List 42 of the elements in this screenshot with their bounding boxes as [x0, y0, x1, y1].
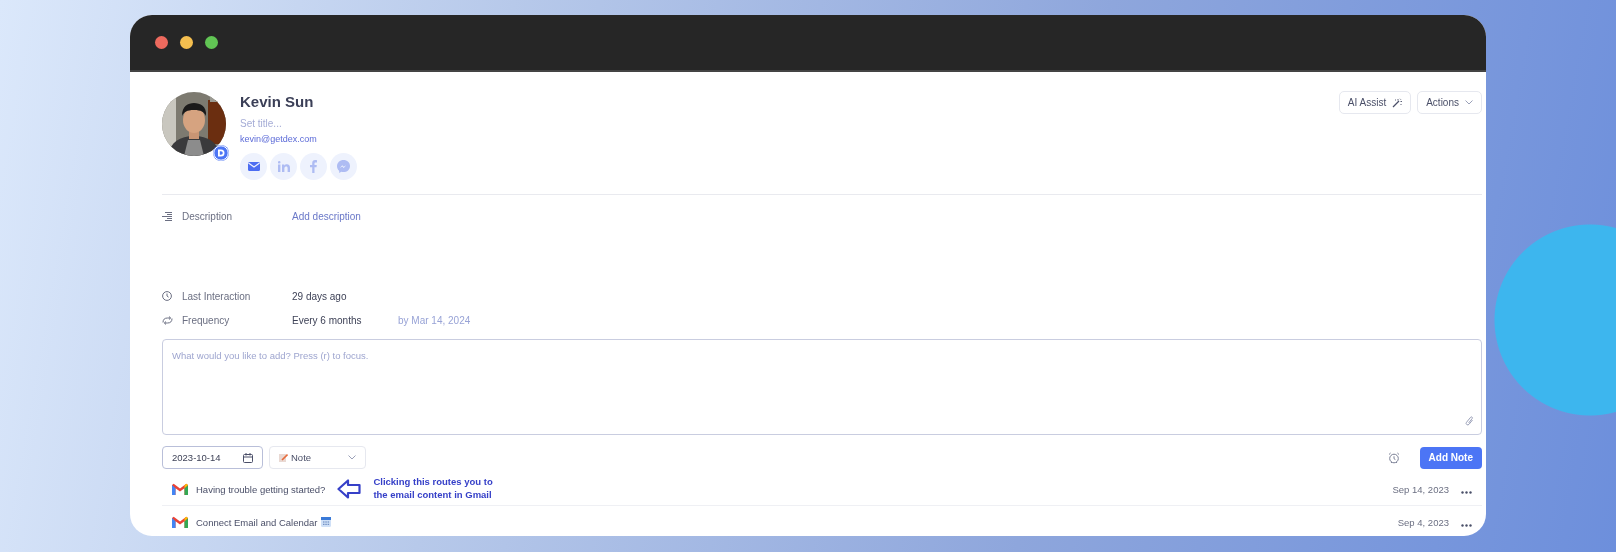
window-button[interactable] — [155, 36, 168, 49]
email-subject[interactable]: Having trouble getting started? — [196, 483, 326, 495]
chevron-down-icon — [1465, 100, 1473, 105]
add-description-link[interactable]: Add description — [292, 210, 398, 222]
annotation-text: Clicking this routes you to the email content in Gmail — [373, 476, 493, 502]
due-date: by Mar 14, 2024 — [398, 314, 472, 326]
messenger-icon — [337, 160, 350, 173]
gmail-icon — [172, 483, 188, 495]
text-lines-icon — [162, 211, 172, 221]
repeat-icon — [162, 315, 173, 325]
arrow-icon — [337, 479, 362, 499]
pencil-note-icon — [279, 453, 288, 462]
email-button[interactable] — [240, 153, 267, 180]
magic-wand-icon — [1392, 97, 1403, 108]
alarm-clock-icon[interactable] — [1387, 451, 1400, 464]
activity-date: Sep 14, 2023 — [1392, 483, 1449, 495]
activity-date: Sep 4, 2023 — [1397, 516, 1449, 528]
field-value: 29 days ago — [292, 290, 348, 302]
badge-icon — [213, 145, 229, 161]
gmail-icon — [172, 516, 188, 528]
envelope-icon — [247, 162, 260, 171]
chevron-down-icon — [348, 455, 356, 460]
facebook-icon — [310, 160, 317, 173]
note-type-dropdown[interactable]: Note — [269, 446, 366, 469]
window-button[interactable] — [205, 36, 218, 49]
field-value: Every 6 months — [292, 314, 363, 326]
calendar-icon — [243, 452, 253, 463]
actions-button[interactable]: Actions — [1417, 91, 1482, 114]
contact-email[interactable]: kevin@getdex.com — [240, 134, 357, 144]
contact-name: Kevin Sun — [240, 93, 315, 110]
clock-icon — [162, 291, 172, 301]
paperclip-icon[interactable] — [1465, 415, 1474, 427]
date-field[interactable]: 2023-10-14 — [162, 446, 263, 469]
add-note-button[interactable]: Add Note — [1419, 446, 1482, 469]
ai-assist-button[interactable]: AI Assist — [1338, 91, 1412, 114]
note-field[interactable]: What would you like to add? Press (r) to focus. — [162, 339, 1482, 435]
field-label: Frequency — [182, 314, 231, 326]
window-button[interactable] — [180, 36, 193, 49]
linkedin-icon — [277, 161, 290, 172]
field-label: Last Interaction — [182, 290, 252, 302]
field-label: Description — [182, 210, 234, 222]
email-subject[interactable]: Connect Email and Calendar — [196, 516, 318, 528]
